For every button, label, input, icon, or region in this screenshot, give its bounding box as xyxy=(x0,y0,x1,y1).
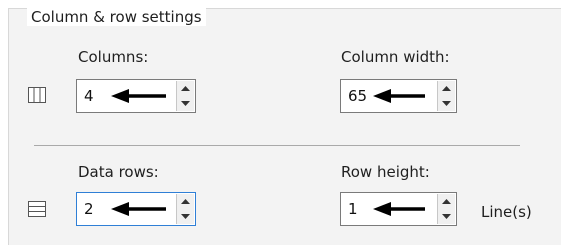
chevron-down-icon xyxy=(442,214,451,219)
chevron-up-icon xyxy=(442,86,451,91)
data-rows-spinbox[interactable]: 2 xyxy=(76,192,196,226)
row-height-decrement-button[interactable] xyxy=(438,209,455,224)
columns-spinbox[interactable]: 4 xyxy=(76,79,196,113)
annotation-arrow-icon xyxy=(373,202,425,216)
annotation-arrow-icon xyxy=(111,89,166,103)
column-width-spin-buttons xyxy=(437,81,455,111)
data-rows-label: Data rows: xyxy=(78,163,159,181)
rows-icon xyxy=(28,201,46,217)
row-height-label: Row height: xyxy=(341,163,430,181)
column-width-decrement-button[interactable] xyxy=(438,96,455,111)
chevron-down-icon xyxy=(181,214,190,219)
row-height-spinbox[interactable]: 1 xyxy=(340,192,457,226)
columns-label: Columns: xyxy=(78,48,149,66)
columns-increment-button[interactable] xyxy=(177,81,194,97)
section-divider xyxy=(34,145,520,146)
columns-spin-buttons xyxy=(176,81,194,111)
column-width-label: Column width: xyxy=(341,48,450,66)
annotation-arrow-icon xyxy=(111,202,166,216)
row-height-value[interactable]: 1 xyxy=(348,201,358,218)
chevron-up-icon xyxy=(181,86,190,91)
group-title: Column & row settings xyxy=(27,8,206,26)
columns-icon xyxy=(28,87,46,103)
column-width-increment-button[interactable] xyxy=(438,81,455,97)
data-rows-spin-buttons xyxy=(176,194,194,224)
row-height-increment-button[interactable] xyxy=(438,194,455,210)
chevron-up-icon xyxy=(442,199,451,204)
columns-value[interactable]: 4 xyxy=(84,88,94,105)
data-rows-decrement-button[interactable] xyxy=(177,209,194,224)
row-height-spin-buttons xyxy=(437,194,455,224)
data-rows-value[interactable]: 2 xyxy=(84,201,94,218)
column-width-value[interactable]: 65 xyxy=(348,88,367,105)
annotation-arrow-icon xyxy=(373,89,425,103)
chevron-down-icon xyxy=(181,101,190,106)
chevron-up-icon xyxy=(181,199,190,204)
data-rows-increment-button[interactable] xyxy=(177,194,194,210)
row-height-unit-label: Line(s) xyxy=(481,203,532,221)
columns-decrement-button[interactable] xyxy=(177,96,194,111)
column-width-spinbox[interactable]: 65 xyxy=(340,79,457,113)
chevron-down-icon xyxy=(442,101,451,106)
